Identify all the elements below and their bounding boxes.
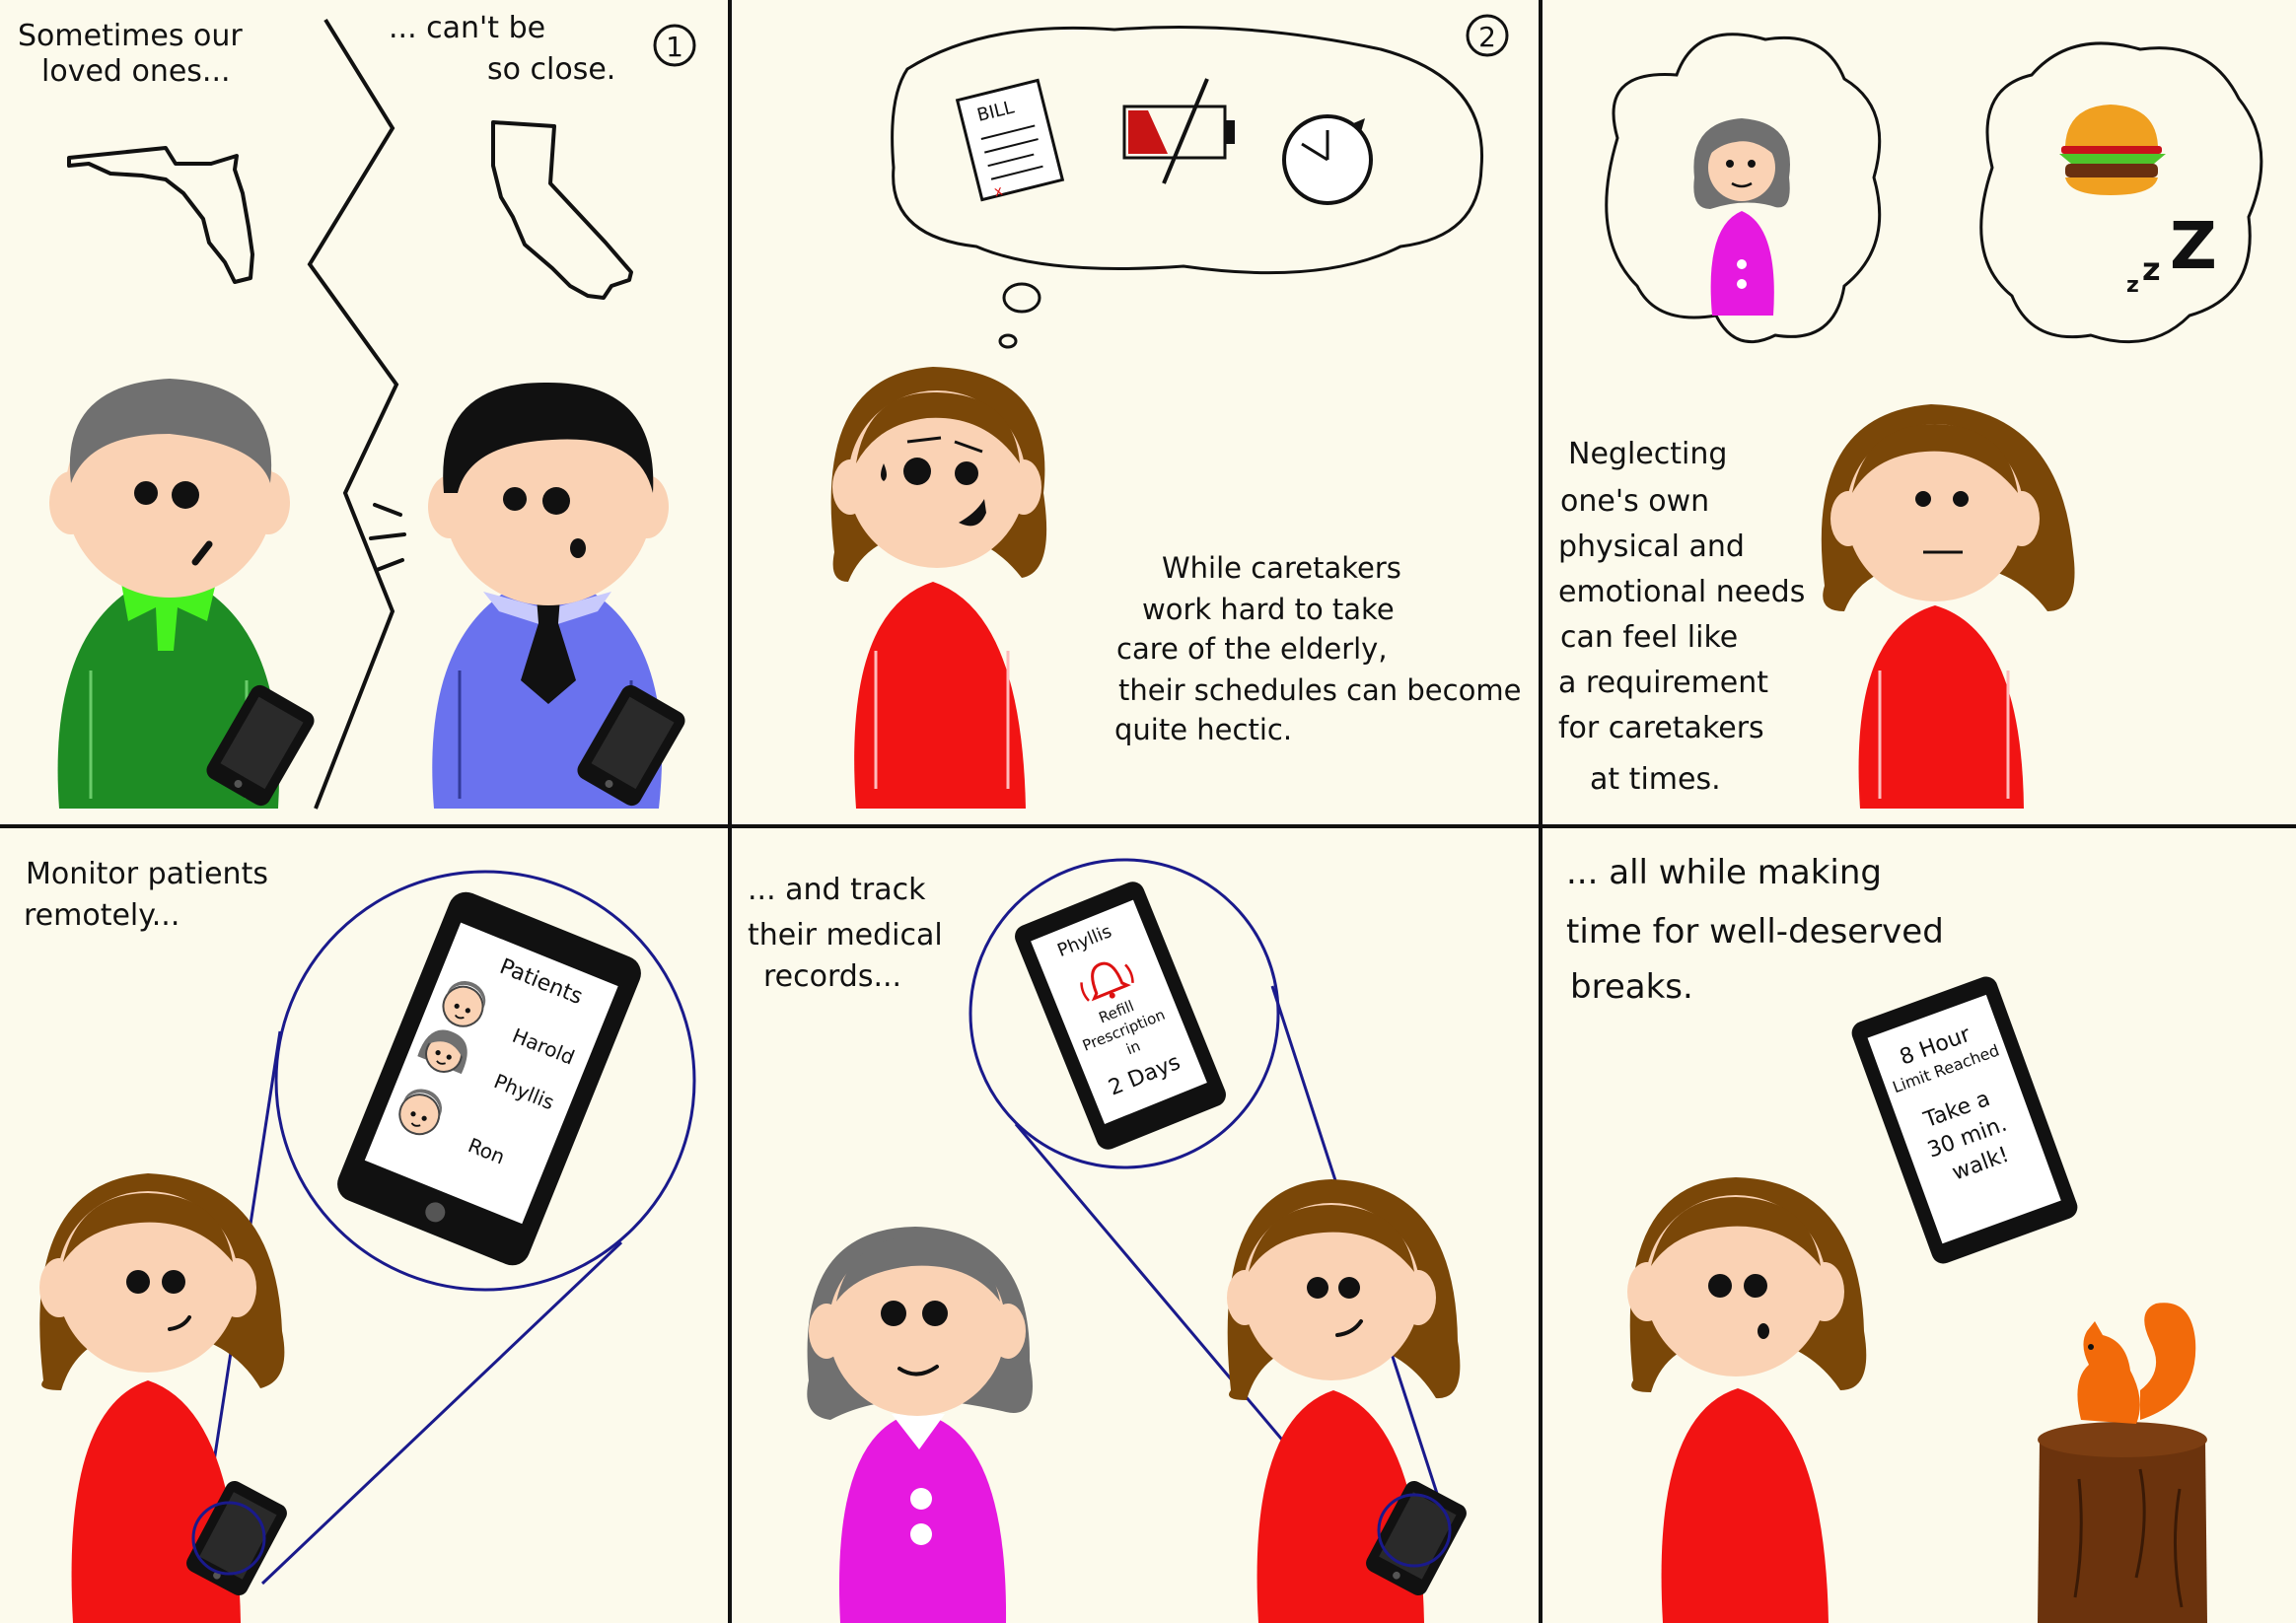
caretaker-woman-character — [830, 367, 1047, 809]
panel-2-caption: While caretakers work hard to take care … — [1114, 551, 1531, 746]
comic-strip: Sometimes our loved ones... ... can't be… — [0, 0, 2296, 1623]
patients-phone: Patients Harold Phyllis Ron — [337, 891, 641, 1266]
speech-lines — [369, 503, 406, 572]
california-outline-icon — [491, 120, 633, 300]
stopwatch-icon — [1282, 114, 1373, 205]
panel-6-caption: ... all while making time for well-deser… — [1566, 853, 1955, 1007]
panel-4: Monitor patients remotely... Patients Ha… — [24, 857, 696, 1623]
squirrel-icon — [2077, 1303, 2196, 1424]
svg-text:z: z — [2142, 250, 2161, 288]
panel-2: 2 BILL x While caretakers work hard to t… — [830, 14, 1531, 809]
hamburger-icon — [2059, 105, 2166, 195]
panel-grid — [0, 0, 2296, 1623]
panel-4-caption: Monitor patients remotely... — [24, 857, 278, 933]
svg-text:z: z — [2126, 273, 2139, 298]
svg-text:Z: Z — [2170, 208, 2217, 284]
bill-icon: BILL x — [955, 78, 1065, 202]
panel-1-number: 1 — [666, 31, 683, 63]
panel-1-caption-left: Sometimes our loved ones... — [18, 19, 251, 89]
panel-1: Sometimes our loved ones... ... can't be… — [18, 11, 696, 810]
grandmother-character — [807, 1227, 1033, 1623]
florida-outline-icon — [67, 146, 254, 284]
reminder-phone: Phyllis Refill Prescription in 2 Days — [1015, 882, 1226, 1150]
low-battery-icon — [1122, 78, 1235, 184]
caretaker-woman-character — [1821, 404, 2075, 809]
break-reminder-phone: 8 Hour Limit Reached Take a 30 min. walk… — [1851, 976, 2078, 1264]
panel-3: z z Z Neglecting one's own physical and … — [1558, 33, 2263, 809]
panel-6: ... all while making time for well-deser… — [1566, 853, 2207, 1623]
panel-2-number: 2 — [1478, 21, 1496, 53]
panel-3-caption: Neglecting one's own physical and emotio… — [1558, 437, 1815, 797]
panel-5: ... and track their medical records... P… — [748, 858, 1471, 1623]
thought-bubble-dot — [998, 333, 1018, 349]
panel-1-caption-right: ... can't be so close. — [389, 11, 615, 87]
sleep-icon: z z Z — [2126, 208, 2217, 298]
tree-stump — [2038, 1422, 2207, 1623]
distance-zigzag — [307, 18, 399, 810]
caretaker-woman-character — [1627, 1177, 1867, 1623]
thought-bubble-dot — [1002, 282, 1041, 314]
panel-5-caption: ... and track their medical records... — [748, 873, 952, 994]
grandmother-icon — [1693, 118, 1790, 316]
